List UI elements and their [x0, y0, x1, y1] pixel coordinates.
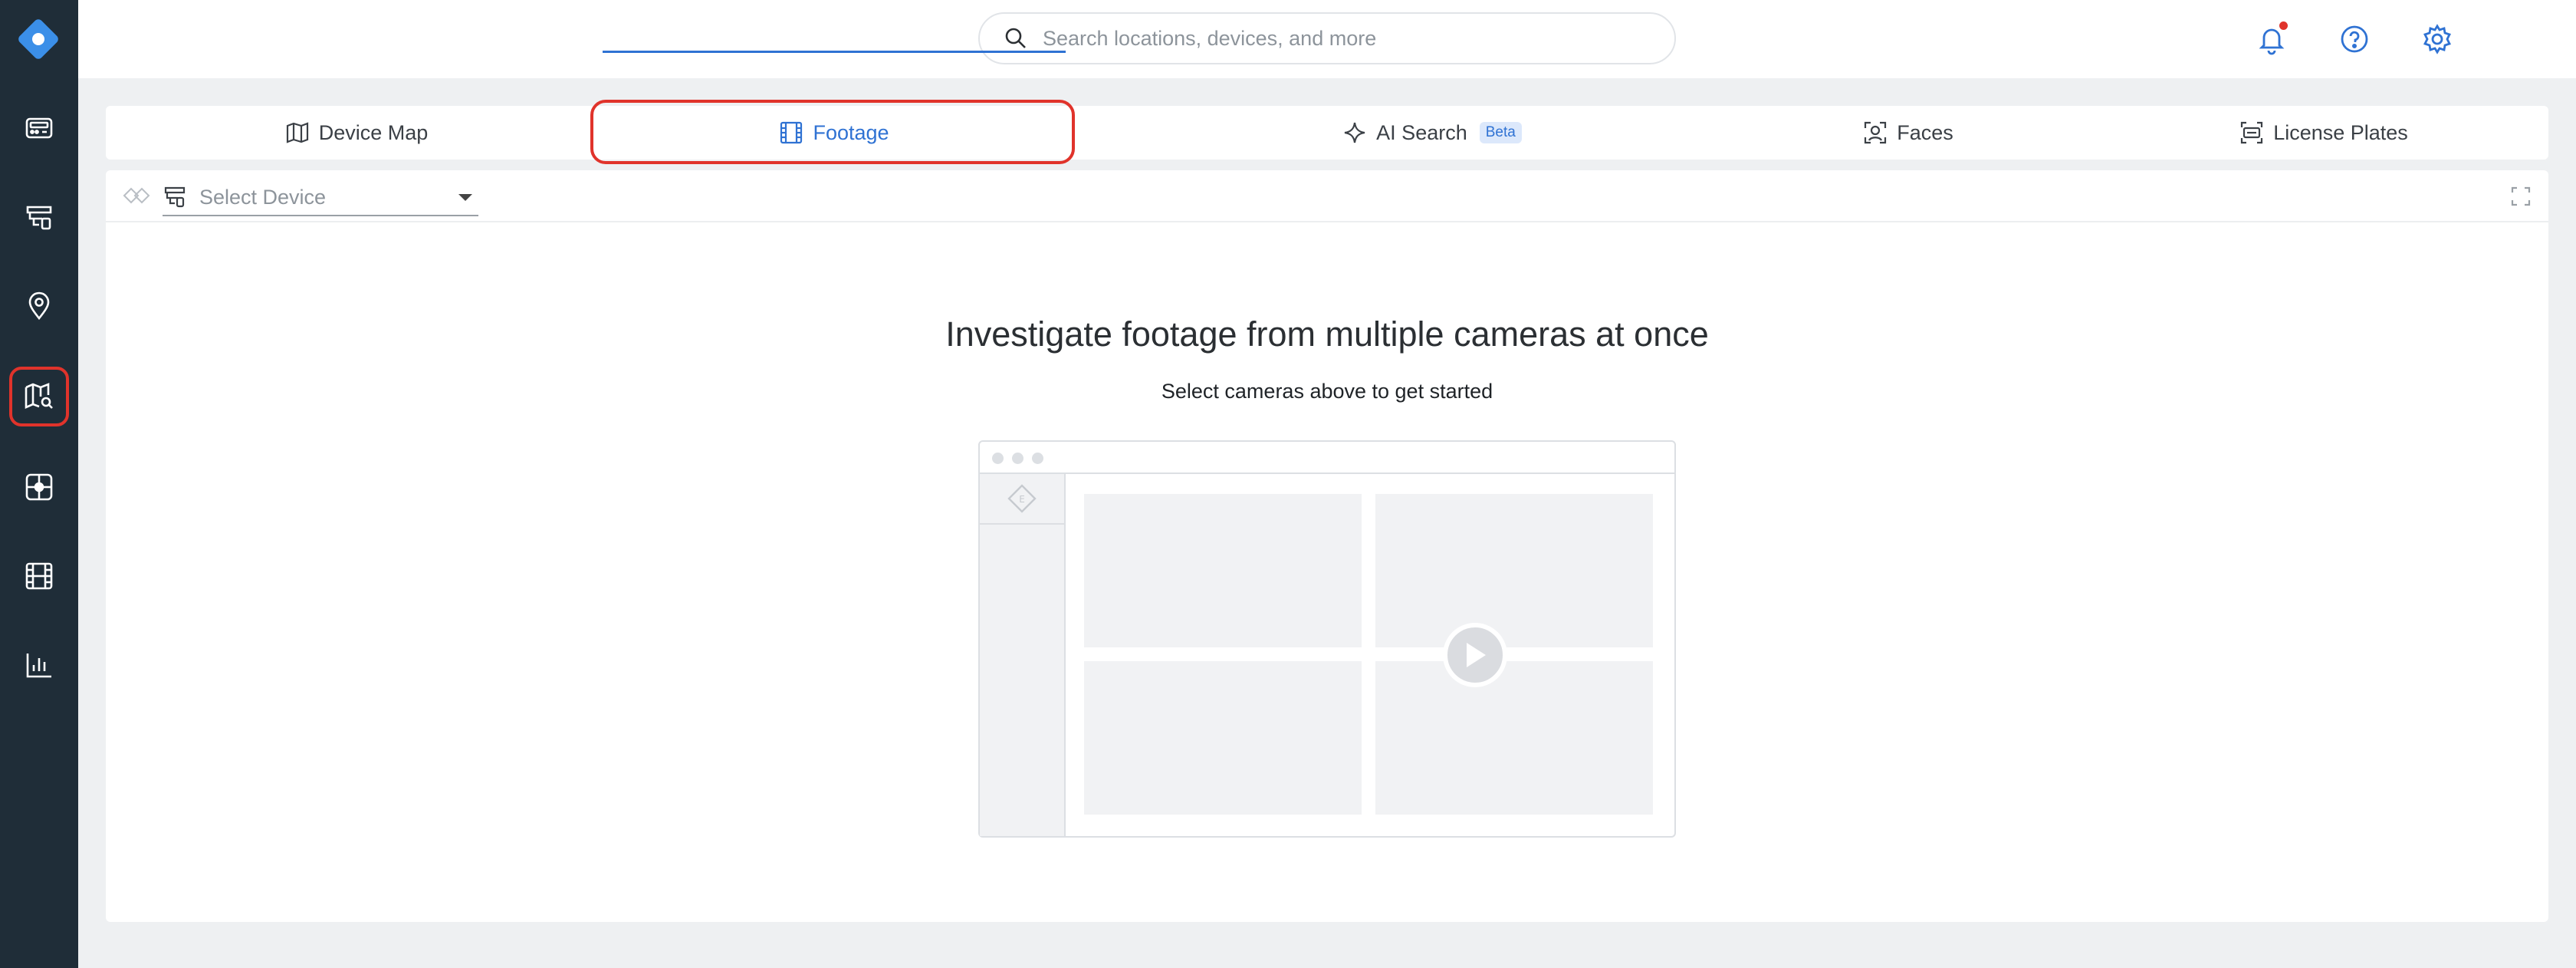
bar-chart-icon: [26, 654, 51, 678]
logo-placeholder-icon: E: [1007, 484, 1037, 513]
tab-label: Device Map: [318, 120, 429, 144]
tab-label: AI Search: [1376, 120, 1467, 144]
device-select[interactable]: Select Device: [163, 179, 478, 216]
sidebar-item-map-search[interactable]: [9, 367, 69, 426]
camera-pane: [1084, 494, 1362, 647]
film-icon: [25, 562, 53, 590]
tab-label: License Plates: [2273, 120, 2408, 144]
camera-pane: [1084, 661, 1362, 815]
footage-panel: Select Device Investigate footage from m…: [106, 170, 2548, 922]
multi-select-icon[interactable]: [123, 183, 156, 209]
search-input[interactable]: [1043, 26, 1641, 51]
tab-license-plates[interactable]: License Plates: [2099, 106, 2548, 160]
logo-icon[interactable]: [12, 12, 65, 66]
search-icon: [1005, 28, 1026, 48]
active-tab-indicator: [603, 51, 1066, 53]
map-search-icon: [25, 383, 53, 410]
map-icon: [286, 122, 308, 143]
empty-state-title: Investigate footage from multiple camera…: [945, 314, 1709, 354]
sidebar-item-footage[interactable]: [9, 546, 69, 606]
notifications-button[interactable]: [2251, 18, 2292, 60]
tab-focus-highlight: [590, 100, 1075, 164]
location-pin-icon: [28, 291, 50, 321]
camera-pane: [1375, 494, 1653, 647]
devices-icon: [26, 206, 52, 230]
device-select-placeholder: Select Device: [199, 185, 327, 209]
integrations-icon: [25, 473, 53, 501]
notification-dot: [2279, 21, 2288, 30]
fullscreen-icon[interactable]: [2510, 186, 2532, 207]
sidebar-item-analytics[interactable]: [9, 635, 69, 695]
face-scan-icon: [1865, 121, 1887, 144]
tab-device-map[interactable]: Device Map: [106, 106, 607, 160]
sidebar-item-integrations[interactable]: [9, 457, 69, 517]
top-bar: EN: [78, 0, 2576, 78]
play-icon: [1443, 623, 1507, 687]
sidebar-item-devices[interactable]: [9, 187, 69, 247]
illustration-titlebar: [980, 442, 1674, 474]
settings-button[interactable]: [2417, 18, 2458, 60]
help-button[interactable]: [2334, 18, 2375, 60]
sidebar: [0, 0, 78, 968]
sidebar-item-dashboard[interactable]: [9, 98, 69, 158]
beta-badge: Beta: [1479, 122, 1522, 143]
tab-faces[interactable]: Faces: [1676, 106, 2141, 160]
view-tabs: Device Map Footage AI Search Beta Faces …: [106, 106, 2548, 160]
gear-icon: [2423, 24, 2451, 54]
chevron-down-icon: [458, 193, 472, 201]
plate-scan-icon: [2241, 121, 2263, 144]
sidebar-item-locations[interactable]: [9, 276, 69, 336]
svg-text:E: E: [1019, 494, 1025, 505]
global-search[interactable]: [978, 12, 1676, 64]
camera-icon: [164, 186, 186, 208]
empty-state-subtitle: Select cameras above to get started: [1161, 380, 1493, 403]
dashboard-icon: [25, 117, 53, 139]
sparkle-icon: [1344, 122, 1365, 143]
help-icon: [2341, 25, 2368, 53]
illustration-sidebar: E: [980, 474, 1066, 836]
empty-state-illustration: E: [978, 440, 1676, 838]
tab-label: Faces: [1897, 120, 1953, 144]
camera-pane: [1375, 661, 1653, 815]
footage-toolbar: Select Device: [106, 170, 2548, 222]
